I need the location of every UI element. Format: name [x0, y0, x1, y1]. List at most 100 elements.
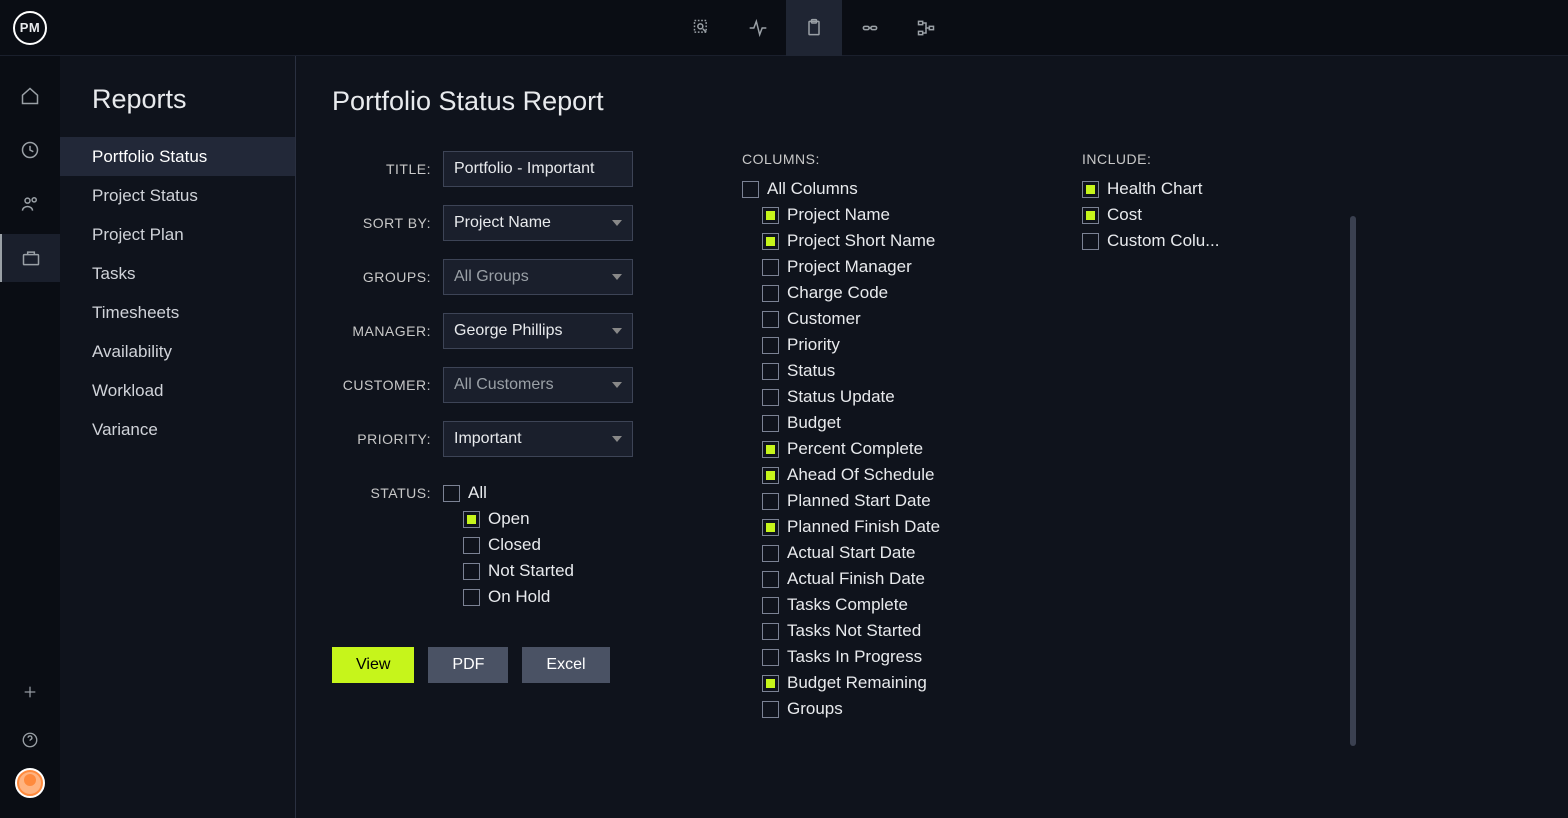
status-option-on-hold[interactable]: On Hold	[463, 587, 574, 607]
home-icon[interactable]	[0, 72, 60, 120]
activity-icon[interactable]	[730, 0, 786, 56]
checkbox-icon[interactable]	[1082, 207, 1099, 224]
sidebar-item-project-status[interactable]: Project Status	[60, 176, 295, 215]
checkbox-icon[interactable]	[762, 597, 779, 614]
logo[interactable]: PM	[0, 11, 60, 45]
column-option-project-short-name[interactable]: Project Short Name	[762, 231, 1002, 251]
checkbox-label: Charge Code	[787, 283, 888, 303]
column-option-percent-complete[interactable]: Percent Complete	[762, 439, 1002, 459]
checkbox-icon[interactable]	[762, 415, 779, 432]
checkbox-icon[interactable]	[1082, 233, 1099, 250]
status-option-all[interactable]: All	[443, 483, 574, 503]
manager-select[interactable]: George Phillips	[443, 313, 633, 349]
sidebar-item-portfolio-status[interactable]: Portfolio Status	[60, 137, 295, 176]
checkbox-icon[interactable]	[762, 675, 779, 692]
checkbox-icon[interactable]	[762, 285, 779, 302]
checkbox-icon[interactable]	[463, 563, 480, 580]
column-option-actual-start-date[interactable]: Actual Start Date	[762, 543, 1002, 563]
checkbox-icon[interactable]	[443, 485, 460, 502]
column-option-ahead-of-schedule[interactable]: Ahead Of Schedule	[762, 465, 1002, 485]
checkbox-icon[interactable]	[762, 259, 779, 276]
column-option-tasks-in-progress[interactable]: Tasks In Progress	[762, 647, 1002, 667]
checkbox-icon[interactable]	[762, 623, 779, 640]
customer-select[interactable]: All Customers	[443, 367, 633, 403]
checkbox-icon[interactable]	[762, 493, 779, 510]
column-option-actual-finish-date[interactable]: Actual Finish Date	[762, 569, 1002, 589]
checkbox-label: Budget Remaining	[787, 673, 927, 693]
chevron-down-icon	[612, 220, 622, 226]
flow-icon[interactable]	[898, 0, 954, 56]
column-option-budget-remaining[interactable]: Budget Remaining	[762, 673, 1002, 693]
column-option-groups[interactable]: Groups	[762, 699, 1002, 719]
clock-icon[interactable]	[0, 126, 60, 174]
sidebar-item-timesheets[interactable]: Timesheets	[60, 293, 295, 332]
checkbox-icon[interactable]	[762, 467, 779, 484]
checkbox-icon[interactable]	[762, 701, 779, 718]
column-option-budget[interactable]: Budget	[762, 413, 1002, 433]
sidebar-item-availability[interactable]: Availability	[60, 332, 295, 371]
include-option-custom-colu-[interactable]: Custom Colu...	[1082, 231, 1282, 251]
checkbox-icon[interactable]	[762, 441, 779, 458]
include-option-health-chart[interactable]: Health Chart	[1082, 179, 1282, 199]
title-input[interactable]	[443, 151, 633, 187]
label-columns: COLUMNS:	[742, 151, 1002, 167]
status-option-closed[interactable]: Closed	[463, 535, 574, 555]
sidebar-item-variance[interactable]: Variance	[60, 410, 295, 449]
checkbox-icon[interactable]	[463, 589, 480, 606]
avatar[interactable]	[15, 768, 45, 798]
status-option-not-started[interactable]: Not Started	[463, 561, 574, 581]
column-option-status-update[interactable]: Status Update	[762, 387, 1002, 407]
checkbox-icon[interactable]	[762, 363, 779, 380]
checkbox-label: Budget	[787, 413, 841, 433]
column-option-all-columns[interactable]: All Columns	[742, 179, 1002, 199]
checkbox-icon[interactable]	[463, 511, 480, 528]
checkbox-icon[interactable]	[762, 519, 779, 536]
status-option-open[interactable]: Open	[463, 509, 574, 529]
sidebar-item-project-plan[interactable]: Project Plan	[60, 215, 295, 254]
checkbox-icon[interactable]	[762, 311, 779, 328]
header-toolbar	[674, 0, 954, 56]
checkbox-icon[interactable]	[1082, 181, 1099, 198]
column-option-charge-code[interactable]: Charge Code	[762, 283, 1002, 303]
include-option-cost[interactable]: Cost	[1082, 205, 1282, 225]
plus-icon[interactable]	[0, 672, 60, 712]
checkbox-icon[interactable]	[762, 337, 779, 354]
groups-select[interactable]: All Groups	[443, 259, 633, 295]
checkbox-icon[interactable]	[762, 207, 779, 224]
sidebar-item-tasks[interactable]: Tasks	[60, 254, 295, 293]
column-option-customer[interactable]: Customer	[762, 309, 1002, 329]
scrollbar[interactable]	[1350, 216, 1356, 746]
column-option-planned-finish-date[interactable]: Planned Finish Date	[762, 517, 1002, 537]
checkbox-icon[interactable]	[762, 545, 779, 562]
checkbox-label: Project Manager	[787, 257, 912, 277]
link-icon[interactable]	[842, 0, 898, 56]
view-button[interactable]: View	[332, 647, 414, 683]
column-option-project-manager[interactable]: Project Manager	[762, 257, 1002, 277]
column-option-planned-start-date[interactable]: Planned Start Date	[762, 491, 1002, 511]
column-option-priority[interactable]: Priority	[762, 335, 1002, 355]
checkbox-icon[interactable]	[463, 537, 480, 554]
help-icon[interactable]	[0, 720, 60, 760]
checkbox-icon[interactable]	[762, 571, 779, 588]
excel-button[interactable]: Excel	[522, 647, 609, 683]
column-option-tasks-complete[interactable]: Tasks Complete	[762, 595, 1002, 615]
pdf-button[interactable]: PDF	[428, 647, 508, 683]
checkbox-label: Closed	[488, 535, 541, 555]
column-option-tasks-not-started[interactable]: Tasks Not Started	[762, 621, 1002, 641]
column-option-status[interactable]: Status	[762, 361, 1002, 381]
checkbox-label: Tasks In Progress	[787, 647, 922, 667]
people-icon[interactable]	[0, 180, 60, 228]
column-option-project-name[interactable]: Project Name	[762, 205, 1002, 225]
sidebar-item-workload[interactable]: Workload	[60, 371, 295, 410]
checkbox-icon[interactable]	[762, 233, 779, 250]
checkbox-icon[interactable]	[762, 389, 779, 406]
zoom-icon[interactable]	[674, 0, 730, 56]
sort-by-select[interactable]: Project Name	[443, 205, 633, 241]
briefcase-icon[interactable]	[0, 234, 60, 282]
clipboard-icon[interactable]	[786, 0, 842, 56]
label-manager: MANAGER:	[332, 323, 431, 339]
checkbox-icon[interactable]	[762, 649, 779, 666]
checkbox-label: Actual Start Date	[787, 543, 916, 563]
priority-select[interactable]: Important	[443, 421, 633, 457]
checkbox-icon[interactable]	[742, 181, 759, 198]
